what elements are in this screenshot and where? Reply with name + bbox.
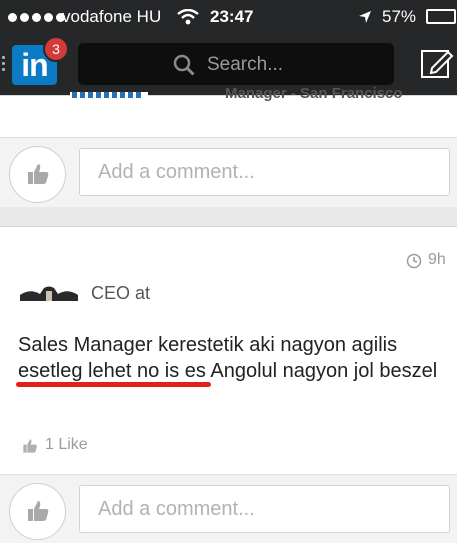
feed-card-post: 9h CEO at Sales Manager kerestetik aki n… (0, 226, 457, 543)
menu-handle-icon[interactable] (2, 56, 5, 71)
thumbs-up-icon (23, 439, 37, 453)
battery-icon (426, 9, 456, 24)
post-body: Sales Manager kerestetik aki nagyon agil… (18, 334, 438, 382)
clock-time: 23:47 (210, 7, 254, 26)
status-bar: vodafone HU 23:47 57% (0, 0, 457, 34)
feed-card-previous: Manager - San Francisco Add a comment... (0, 85, 457, 207)
wifi-icon (177, 9, 199, 25)
comment-input[interactable]: Add a comment... (79, 485, 450, 533)
post-time-ago: 9h (428, 251, 446, 268)
author-avatar[interactable] (20, 285, 78, 301)
thumbs-up-icon (28, 501, 49, 521)
comment-input[interactable]: Add a comment... (79, 148, 450, 196)
search-bar[interactable]: Search... (78, 43, 394, 85)
location-arrow-icon (359, 11, 371, 23)
thumbs-up-icon (28, 164, 49, 184)
like-button[interactable] (9, 146, 66, 203)
battery-percentage: 57% (382, 7, 417, 26)
signal-strength-icon (8, 13, 65, 22)
like-count[interactable]: 1 Like (45, 436, 88, 454)
search-icon (173, 54, 195, 76)
red-underline-annotation (16, 382, 211, 387)
search-placeholder: Search... (207, 54, 284, 75)
previous-post-title-fragment: Manager - San Francisco (225, 85, 403, 102)
author-headline[interactable]: CEO at (91, 283, 150, 304)
like-button[interactable] (9, 483, 66, 540)
comment-bar: Add a comment... (0, 137, 457, 207)
compose-icon[interactable] (415, 44, 457, 84)
comment-bar: Add a comment... (0, 474, 457, 543)
top-bar: vodafone HU 23:47 57% in 3 Search... (0, 0, 457, 95)
post-image-fragment (70, 92, 148, 108)
clock-icon (406, 253, 422, 269)
notification-badge[interactable]: 3 (43, 36, 69, 62)
carrier-name: vodafone HU (62, 7, 162, 26)
